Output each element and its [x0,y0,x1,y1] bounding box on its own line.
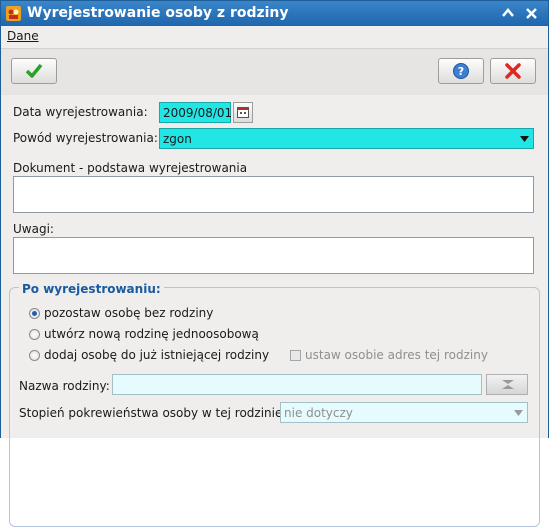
x-icon [505,63,521,79]
cancel-button[interactable] [490,58,536,84]
radio-label: pozostaw osobę bez rodziny [44,306,214,320]
calendar-button[interactable] [233,102,253,123]
reason-value: zgon [163,132,192,146]
address-checkbox[interactable] [290,350,301,361]
question-icon: ? [453,63,469,79]
relationship-label: Stopień pokrewieństwa osoby w tej rodzin… [19,406,287,420]
select-family-icon [502,380,514,389]
family-name-label: Nazwa rodziny: [19,379,110,393]
window-title: Wyrejestrowanie osoby z rodziny [27,5,289,21]
reason-label: Powód wyrejestrowania: [13,131,158,145]
date-label: Data wyrejestrowania: [13,105,148,119]
calendar-icon [237,107,249,118]
help-button[interactable]: ? [438,58,484,84]
relationship-value: nie dotyczy [284,406,353,420]
form-area: Data wyrejestrowania: 2009/08/01 Powód w… [1,95,548,527]
check-icon [25,63,43,78]
notes-field[interactable] [13,237,534,274]
family-name-input[interactable] [112,374,482,395]
radio-button[interactable] [29,329,40,340]
radio-button[interactable] [29,308,40,319]
menu-bar: Dane [1,26,548,47]
chevron-down-icon [514,410,523,416]
app-icon [6,6,21,21]
toolbar: ? [1,48,548,96]
close-window-button[interactable] [522,4,540,22]
date-value: 2009/08/01 [163,106,233,120]
chevron-down-icon [520,136,529,142]
radio-button[interactable] [29,350,40,361]
title-bar[interactable]: Wyrejestrowanie osoby z rodziny [1,1,548,26]
family-search-button[interactable] [486,374,528,395]
svg-text:?: ? [458,65,464,78]
chevron-up-icon [502,8,514,17]
save-button[interactable] [11,58,57,84]
radio-label: utwórz nową rodzinę jednoosobową [44,327,259,341]
radio-option-new-family[interactable]: utwórz nową rodzinę jednoosobową [29,327,259,343]
radio-option-no-family[interactable]: pozostaw osobę bez rodziny [29,306,229,322]
group-title: Po wyrejestrowaniu: [19,282,164,296]
relationship-select[interactable]: nie dotyczy [280,402,528,423]
document-label: Dokument - podstawa wyrejestrowania [13,161,248,175]
minimize-button[interactable] [499,4,517,22]
address-checkbox-label: ustaw osobie adres tej rodziny [305,348,488,362]
close-icon [525,8,537,19]
radio-option-existing-family[interactable]: dodaj osobę do już istniejącej rodziny [29,348,269,364]
menu-item-dane[interactable]: Dane [7,29,39,43]
reason-select[interactable]: zgon [159,128,534,149]
notes-label: Uwagi: [13,222,54,236]
dialog-window: Wyrejestrowanie osoby z rodziny Dane ? D… [0,0,549,527]
document-field[interactable] [13,176,534,213]
address-checkbox-row[interactable]: ustaw osobie adres tej rodziny [290,348,490,364]
date-input[interactable]: 2009/08/01 [159,102,233,123]
radio-label: dodaj osobę do już istniejącej rodziny [44,348,270,362]
